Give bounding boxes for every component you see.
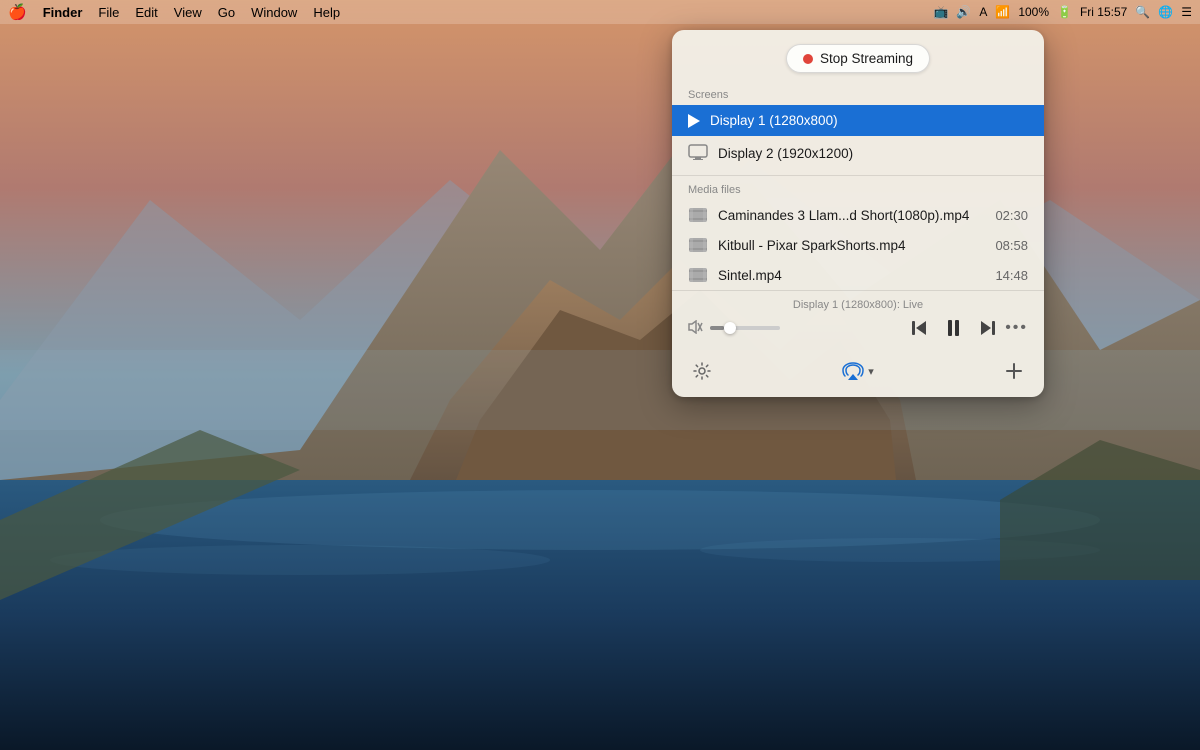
display2-item[interactable]: Display 2 (1920x1200) — [672, 136, 1044, 171]
volume-slider[interactable] — [710, 326, 780, 330]
popup-panel: Stop Streaming Screens Display 1 (1280x8… — [672, 30, 1044, 397]
skip-back-button[interactable] — [910, 319, 928, 337]
desktop: 🍎 Finder File Edit View Go Window Help 📺… — [0, 0, 1200, 750]
menubar: 🍎 Finder File Edit View Go Window Help 📺… — [0, 0, 1200, 24]
media3-duration: 14:48 — [995, 268, 1028, 283]
menu-edit[interactable]: Edit — [135, 5, 157, 20]
app-name[interactable]: Finder — [43, 5, 83, 20]
media2-name: Kitbull - Pixar SparkShorts.mp4 — [718, 238, 985, 253]
skip-forward-icon — [979, 319, 997, 337]
keyboard-icon: A — [979, 5, 987, 19]
stop-streaming-row: Stop Streaming — [672, 30, 1044, 85]
skip-back-icon — [910, 319, 928, 337]
display1-label: Display 1 (1280x800) — [710, 113, 838, 128]
volume-section — [688, 320, 902, 337]
plus-icon — [1005, 362, 1023, 380]
playback-status: Display 1 (1280x800): Live — [688, 299, 1028, 311]
transport-controls — [910, 319, 997, 337]
more-options-button[interactable]: ••• — [1005, 319, 1028, 337]
menu-file[interactable]: File — [98, 5, 119, 20]
film-icon-2 — [688, 237, 708, 253]
display2-label: Display 2 (1920x1200) — [718, 146, 853, 161]
media-item-2[interactable]: Kitbull - Pixar SparkShorts.mp4 08:58 — [672, 230, 1044, 260]
screens-section-header: Screens — [672, 85, 1044, 105]
stop-dot-icon — [803, 54, 813, 64]
airplay-section[interactable]: ▾ — [842, 362, 874, 380]
menu-view[interactable]: View — [174, 5, 202, 20]
media2-duration: 08:58 — [995, 238, 1028, 253]
menu-window[interactable]: Window — [251, 5, 297, 20]
playback-area: Display 1 (1280x800): Live — [672, 290, 1044, 349]
gear-icon — [693, 362, 711, 380]
battery-percent: 100% — [1018, 5, 1049, 19]
stop-streaming-label: Stop Streaming — [820, 51, 913, 66]
airplay-status-icon: 📺 — [933, 5, 948, 19]
play-icon — [688, 114, 700, 128]
display1-item[interactable]: Display 1 (1280x800) — [672, 105, 1044, 136]
battery-icon: 🔋 — [1057, 5, 1072, 19]
menu-go[interactable]: Go — [218, 5, 235, 20]
bottom-bar: ▾ — [672, 349, 1044, 397]
clock: Fri 15:57 — [1080, 5, 1127, 19]
wifi-icon: 📶 — [995, 5, 1010, 19]
film-icon-3 — [688, 267, 708, 283]
notification-icon[interactable]: ☰ — [1181, 5, 1192, 19]
search-icon[interactable]: 🔍 — [1135, 5, 1150, 19]
pause-button[interactable] — [948, 320, 959, 336]
menu-help[interactable]: Help — [313, 5, 340, 20]
media-item-1[interactable]: Caminandes 3 Llam...d Short(1080p).mp4 0… — [672, 200, 1044, 230]
pause-icon — [948, 320, 959, 336]
stop-streaming-button[interactable]: Stop Streaming — [786, 44, 930, 73]
section-divider — [672, 175, 1044, 176]
volume-icon: 🔊 — [956, 5, 971, 19]
speaker-muted-icon — [688, 320, 704, 334]
film-icon-1 — [688, 207, 708, 223]
media-section-header: Media files — [672, 180, 1044, 200]
menubar-right: 📺 🔊 A 📶 100% 🔋 Fri 15:57 🔍 🌐 ☰ — [933, 5, 1192, 19]
siri-icon[interactable]: 🌐 — [1158, 5, 1173, 19]
media3-name: Sintel.mp4 — [718, 268, 985, 283]
media-item-3[interactable]: Sintel.mp4 14:48 — [672, 260, 1044, 290]
menubar-left: 🍎 Finder File Edit View Go Window Help — [8, 3, 340, 21]
mute-icon[interactable] — [688, 320, 704, 337]
settings-button[interactable] — [688, 357, 716, 385]
apple-menu[interactable]: 🍎 — [8, 3, 27, 21]
skip-forward-button[interactable] — [979, 319, 997, 337]
airplay-chevron-icon: ▾ — [868, 365, 874, 378]
monitor-icon — [688, 144, 708, 160]
volume-knob[interactable] — [724, 322, 736, 334]
media1-duration: 02:30 — [995, 208, 1028, 223]
media1-name: Caminandes 3 Llam...d Short(1080p).mp4 — [718, 208, 985, 223]
playback-controls: ••• — [688, 319, 1028, 337]
airplay-icon — [842, 362, 864, 380]
add-button[interactable] — [1000, 357, 1028, 385]
